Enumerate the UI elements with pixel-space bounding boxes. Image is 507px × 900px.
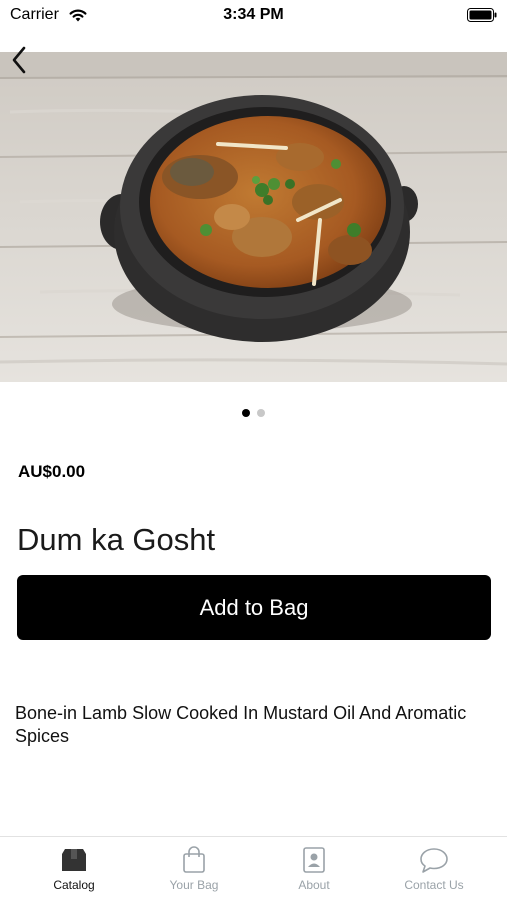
tab-contact-us[interactable]: Contact Us [374, 837, 494, 900]
tab-your-bag[interactable]: Your Bag [134, 837, 254, 900]
product-image-carousel[interactable] [0, 52, 507, 382]
product-description: Bone-in Lamb Slow Cooked In Mustard Oil … [15, 703, 467, 746]
product-title: Dum ka Gosht [17, 522, 216, 557]
tab-label-your-bag: Your Bag [169, 878, 219, 892]
chat-bubble-icon [420, 848, 448, 873]
status-bar: Carrier 3:34 PM [0, 0, 507, 30]
page-dot-active[interactable] [242, 409, 251, 417]
add-to-bag-button[interactable]: Add to Bag [17, 575, 491, 640]
back-chevron-icon[interactable] [6, 44, 34, 76]
product-price: AU$0.00 [18, 462, 86, 481]
tab-label-catalog: Catalog [53, 878, 95, 892]
product-photo [0, 52, 507, 382]
shopping-bag-icon [183, 846, 205, 873]
tab-catalog[interactable]: Catalog [14, 837, 134, 900]
page-dot-inactive[interactable] [256, 409, 265, 417]
tab-label-about: About [298, 878, 330, 892]
battery-icon [467, 8, 497, 22]
tab-bar: Catalog Your Bag About Contact Us [0, 836, 507, 900]
carousel-page-indicator[interactable] [0, 409, 507, 419]
tab-about[interactable]: About [254, 837, 374, 900]
box-icon [62, 849, 86, 871]
status-time: 3:34 PM [223, 6, 284, 23]
tab-label-contact-us: Contact Us [404, 878, 464, 892]
contact-card-icon [303, 847, 325, 873]
